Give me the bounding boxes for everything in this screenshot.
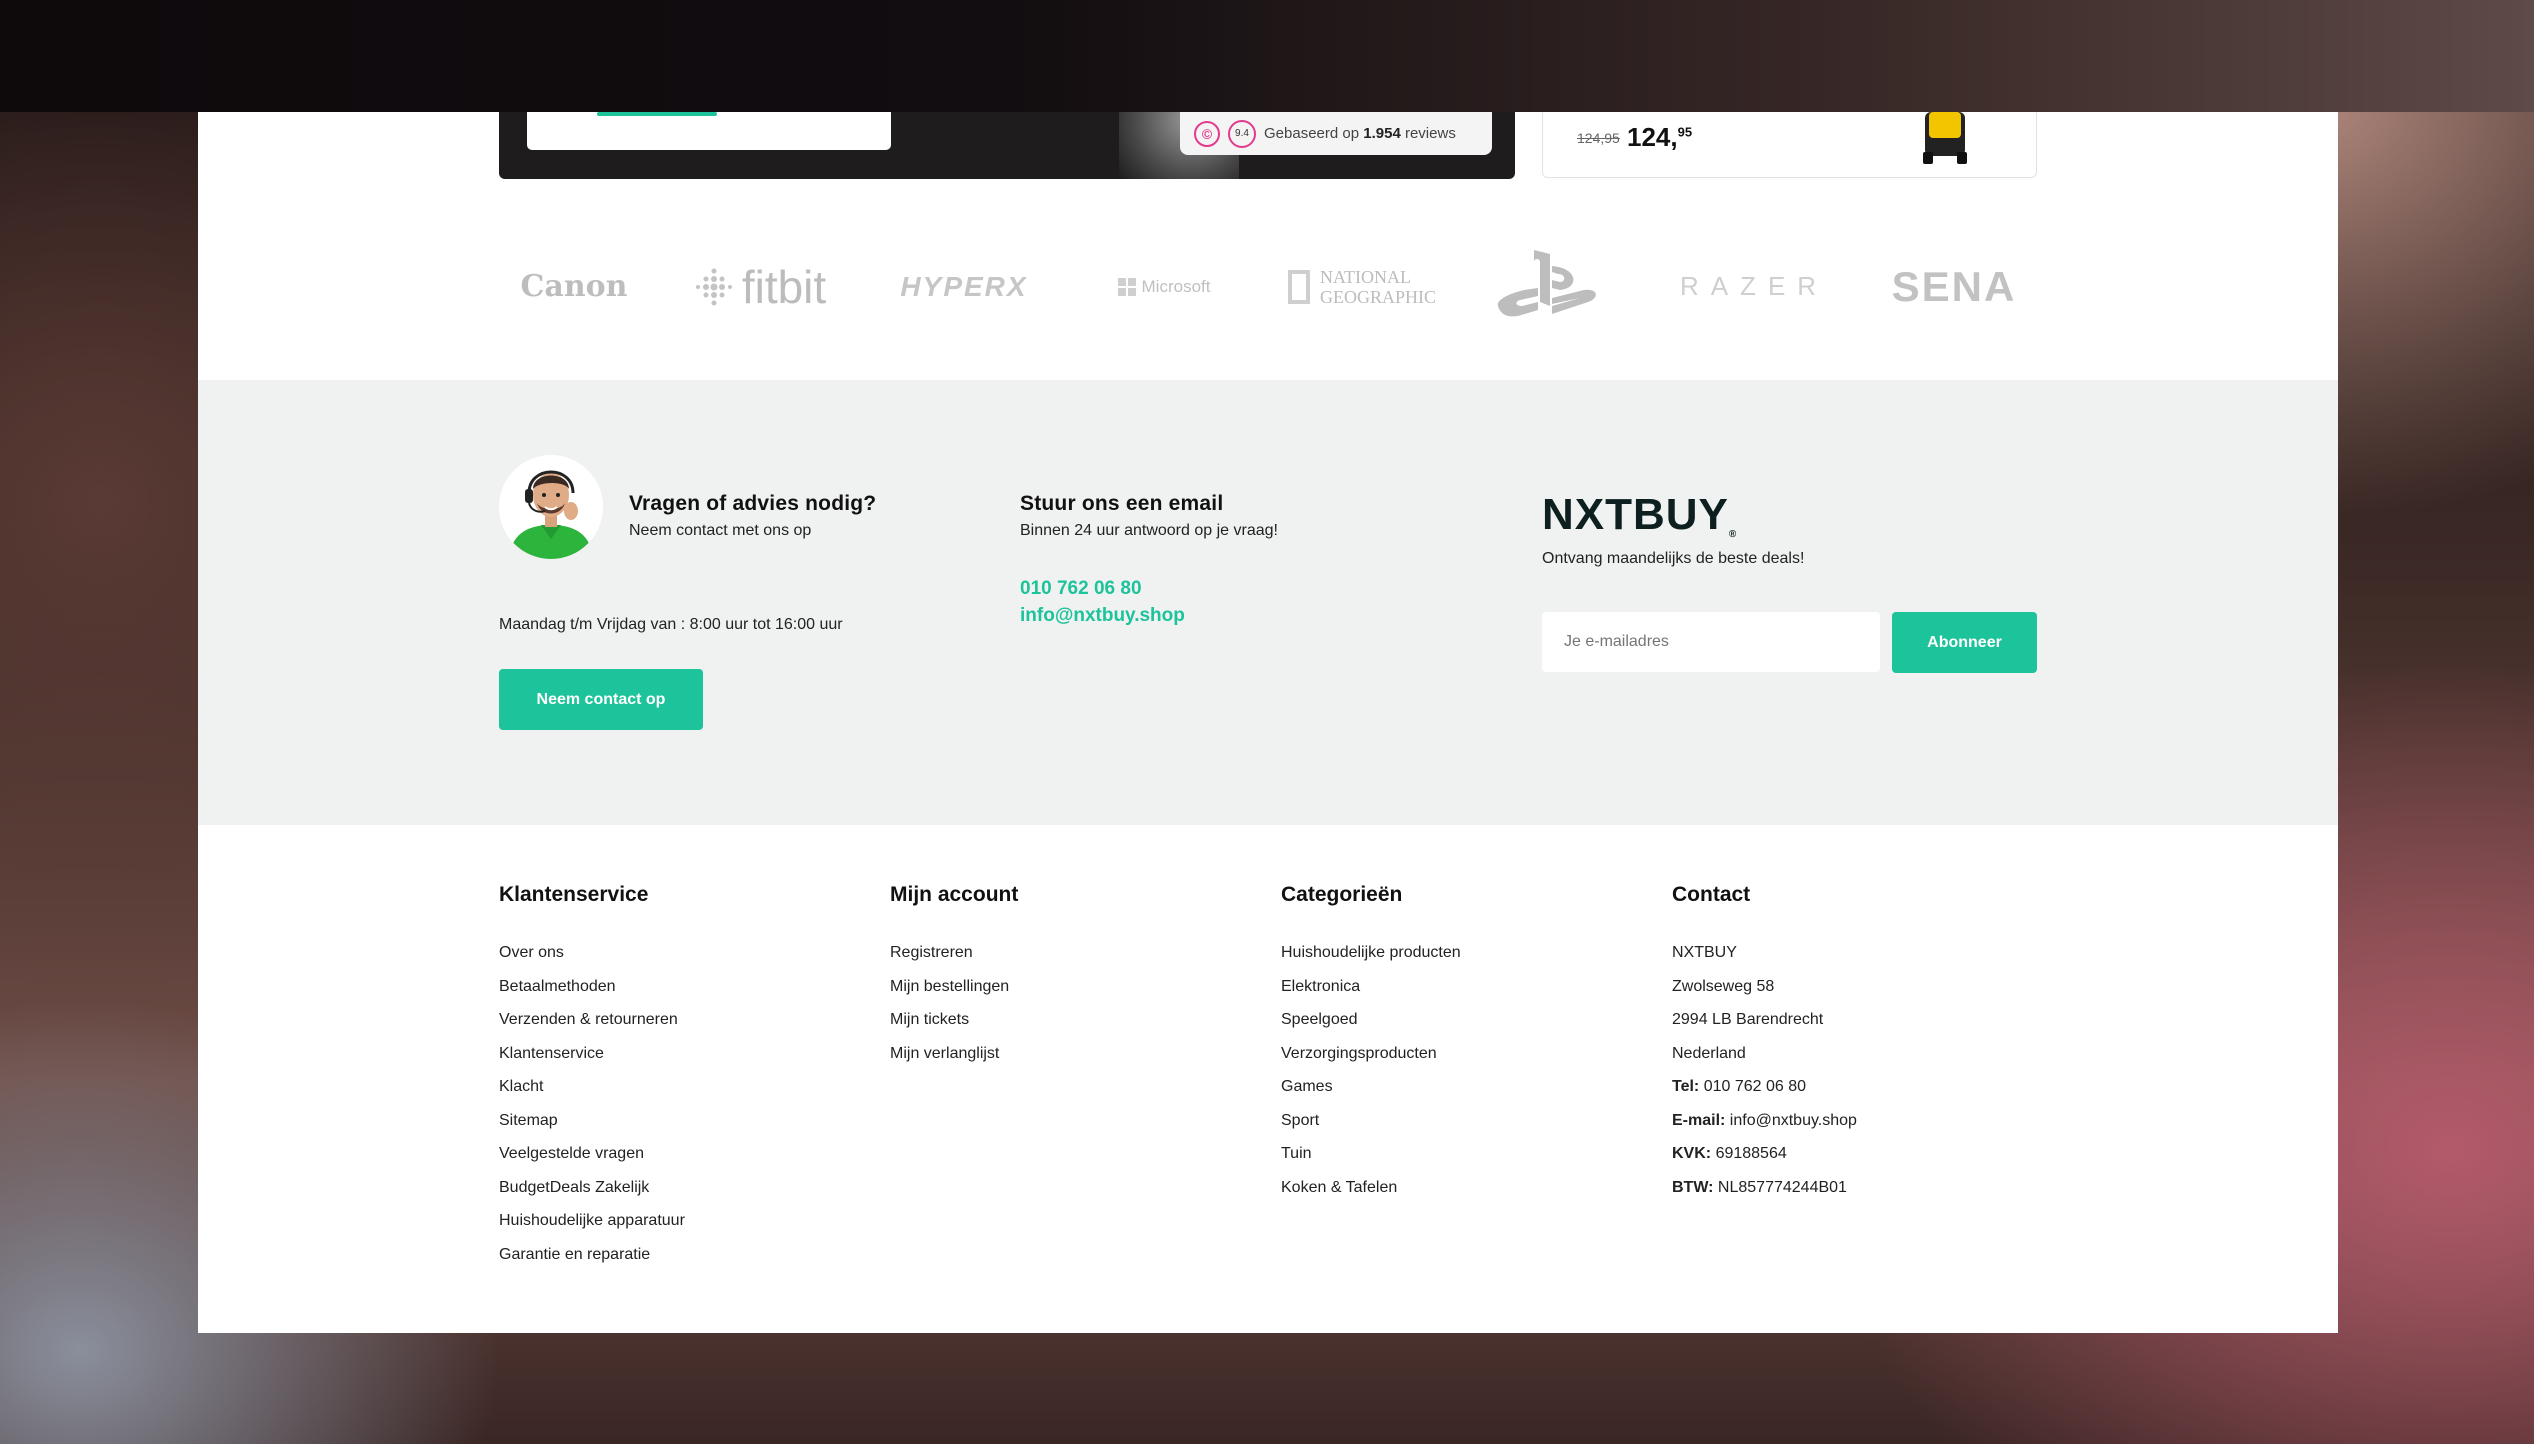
- footer-link[interactable]: Huishoudelijke producten: [1281, 943, 1461, 977]
- support-agent-avatar: [499, 455, 603, 559]
- email-link[interactable]: info@nxtbuy.shop: [1020, 605, 1185, 627]
- street-address: Zwolseweg 58: [1672, 977, 1775, 995]
- footer-title-account: Mijn account: [890, 883, 1019, 906]
- email-section-title: Stuur ons een email: [1020, 492, 1224, 515]
- footer-link[interactable]: Sitemap: [499, 1111, 685, 1145]
- footer-link[interactable]: Mijn bestellingen: [890, 977, 1009, 1011]
- brand-fitbit-logo[interactable]: fitbit: [679, 234, 839, 339]
- footer-link[interactable]: Veelgestelde vragen: [499, 1144, 685, 1178]
- product-image: [1923, 112, 1967, 164]
- playstation-icon: [1497, 249, 1596, 316]
- newsletter-tagline: Ontvang maandelijks de beste deals!: [1542, 550, 1805, 567]
- product-card[interactable]: 124,95 124,95: [1542, 112, 2037, 178]
- contact-email: E-mail: info@nxtbuy.shop: [1672, 1111, 1857, 1129]
- footer-link[interactable]: Over ons: [499, 943, 685, 977]
- footer-link[interactable]: Mijn verlanglijst: [890, 1044, 1009, 1078]
- footer-link[interactable]: Registreren: [890, 943, 1009, 977]
- company-name: NXTBUY: [1672, 944, 1737, 961]
- footer-link[interactable]: Koken & Tafelen: [1281, 1178, 1461, 1212]
- footer-link[interactable]: Klacht: [499, 1077, 685, 1111]
- email-section-subtitle: Binnen 24 uur antwoord op je vraag!: [1020, 522, 1278, 539]
- fitbit-dots-icon: [695, 268, 732, 305]
- opening-hours: Maandag t/m Vrijdag van : 8:00 uur tot 1…: [499, 616, 843, 633]
- footer-link[interactable]: Mijn tickets: [890, 1010, 1009, 1044]
- contact-btw: BTW: NL857774244B01: [1672, 1178, 1847, 1196]
- footer-link[interactable]: Tuin: [1281, 1144, 1461, 1178]
- phone-link[interactable]: 010 762 06 80: [1020, 578, 1142, 600]
- promo-text-card: [527, 112, 891, 150]
- footer-title-klantenservice: Klantenservice: [499, 883, 649, 906]
- review-text: Gebaseerd op 1.954 reviews: [1264, 125, 1456, 142]
- footer-link[interactable]: Speelgoed: [1281, 1010, 1461, 1044]
- newsletter-email-input[interactable]: [1542, 612, 1880, 672]
- footer-link[interactable]: Verzenden & retourneren: [499, 1010, 685, 1044]
- contact-button[interactable]: Neem contact op: [499, 669, 703, 730]
- footer-link[interactable]: Sport: [1281, 1111, 1461, 1145]
- subscribe-button[interactable]: Abonneer: [1892, 612, 2037, 673]
- contact-tel: Tel: 010 762 06 80: [1672, 1078, 1807, 1095]
- brand-hyperx-logo[interactable]: HYPERX: [879, 234, 1049, 339]
- rating-score: 9.4: [1228, 119, 1256, 148]
- brand-canon-logo[interactable]: Canon: [499, 234, 649, 339]
- footer-link[interactable]: Betaalmethoden: [499, 977, 685, 1011]
- brand-natgeo-logo[interactable]: NATIONAL GEOGRAPHIC: [1279, 234, 1439, 339]
- brand-sena-logo[interactable]: SENA: [1869, 234, 2039, 339]
- city-address: 2994 LB Barendrecht: [1672, 1011, 1824, 1028]
- footer-link[interactable]: Huishoudelijke apparatuur: [499, 1211, 685, 1245]
- brand-playstation-logo[interactable]: [1479, 234, 1619, 339]
- advice-title: Vragen of advies nodig?: [629, 492, 877, 515]
- country: Nederland: [1672, 1044, 1746, 1062]
- footer-title-categorieen: Categorieën: [1281, 883, 1403, 906]
- contact-kvk: KVK: 69188564: [1672, 1145, 1787, 1162]
- footer-title-contact: Contact: [1672, 883, 1751, 906]
- webpage: © 9.4 Gebaseerd op 1.954 reviews 124,95 …: [198, 112, 2338, 1333]
- old-price: 124,95: [1577, 130, 1620, 146]
- microsoft-squares-icon: [1117, 277, 1136, 296]
- footer-link[interactable]: BudgetDeals Zakelijk: [499, 1178, 685, 1212]
- review-logo-icon: ©: [1194, 120, 1220, 147]
- brand-microsoft-logo[interactable]: Microsoft: [1089, 234, 1239, 339]
- promo-banner[interactable]: © 9.4 Gebaseerd op 1.954 reviews: [499, 112, 1515, 179]
- promo-link-fragment: [597, 112, 717, 116]
- nxtbuy-logo: NXTBUY®: [1542, 490, 1738, 540]
- brand-logo-row: Canon fitbit HYPERX Microsoft NATIONAL G…: [499, 234, 2039, 339]
- footer-link[interactable]: Klantenservice: [499, 1044, 685, 1078]
- brand-razer-logo[interactable]: RAZER: [1669, 234, 1839, 339]
- footer-link[interactable]: Games: [1281, 1077, 1461, 1111]
- advice-subtitle: Neem contact met ons op: [629, 522, 812, 539]
- footer-link[interactable]: Verzorgingsproducten: [1281, 1044, 1461, 1078]
- footer-link[interactable]: Elektronica: [1281, 977, 1461, 1011]
- contact-section: Vragen of advies nodig? Neem contact met…: [198, 380, 2338, 825]
- new-price: 124,95: [1627, 122, 1693, 152]
- blurred-backdrop-top: [0, 0, 2534, 112]
- footer: Klantenservice Over ons Betaalmethoden V…: [198, 825, 2338, 1333]
- footer-link[interactable]: Garantie en reparatie: [499, 1245, 685, 1279]
- review-badge[interactable]: © 9.4 Gebaseerd op 1.954 reviews: [1180, 112, 1492, 155]
- natgeo-frame-icon: [1288, 269, 1310, 304]
